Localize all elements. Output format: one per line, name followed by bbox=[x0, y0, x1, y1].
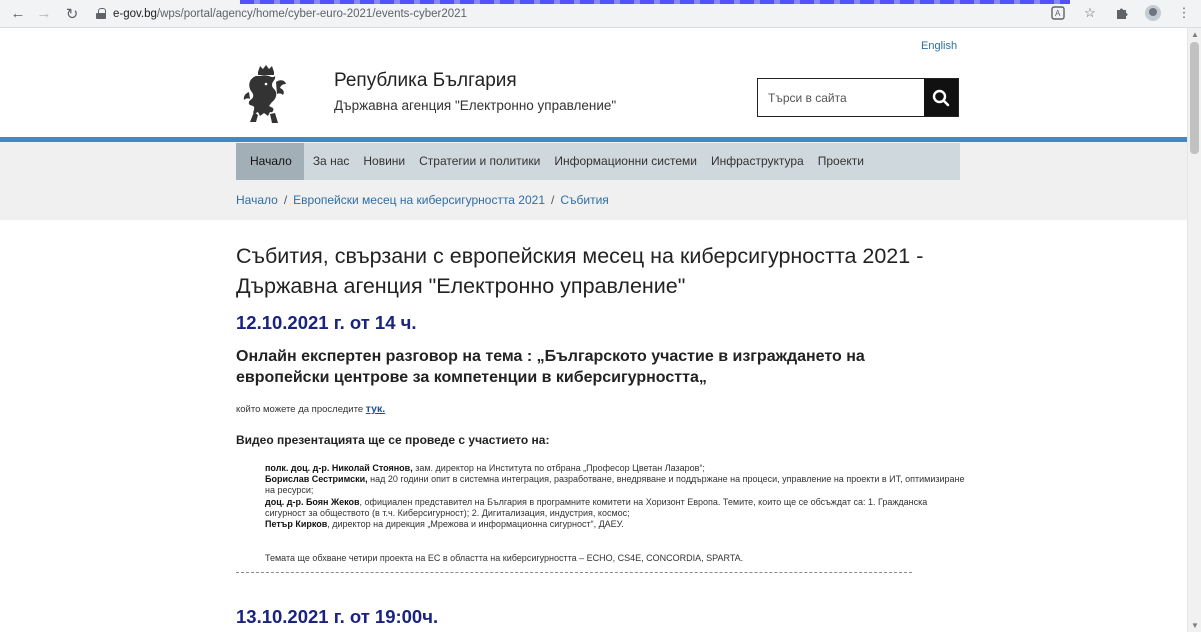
participants-list: полк. доц. д-р. Николай Стоянов, зам. ди… bbox=[265, 463, 965, 530]
watch-text: който можете да проследите bbox=[236, 404, 366, 415]
page-top-banner-strip bbox=[240, 0, 1070, 4]
scroll-up-icon[interactable]: ▲ bbox=[1191, 30, 1199, 39]
address-bar[interactable]: e-gov.bg/wps/portal/agency/home/cyber-eu… bbox=[96, 3, 467, 25]
nav-item-home[interactable]: Начало bbox=[236, 143, 304, 180]
video-intro: Видео презентацията ще се проведе с учас… bbox=[236, 433, 550, 447]
search-input[interactable] bbox=[758, 79, 924, 116]
arrow-right-icon[interactable]: → bbox=[34, 4, 54, 24]
participant-desc: , официален представител на България в п… bbox=[265, 496, 928, 518]
site-subtitle: Държавна агенция "Електронно управление" bbox=[334, 98, 617, 113]
topic-line: Темата ще обхване четири проекта на ЕС в… bbox=[265, 553, 744, 563]
breadcrumb-cyber-month[interactable]: Европейски месец на киберсигурността 202… bbox=[293, 193, 545, 207]
translate-icon[interactable]: A bbox=[1049, 4, 1067, 22]
participant-name: Петър Кирков bbox=[265, 519, 328, 530]
watch-link[interactable]: тук. bbox=[366, 403, 385, 415]
participant-entry: Борислав Сестримски, над 20 години опит … bbox=[265, 474, 965, 496]
event-date: 12.10.2021 г. от 14 ч. bbox=[236, 312, 417, 333]
nav-item-projects[interactable]: Проекти bbox=[811, 143, 871, 180]
arrow-left-icon[interactable]: ← bbox=[8, 4, 28, 24]
lock-icon bbox=[96, 8, 106, 19]
nav-item-information-systems[interactable]: Информационни системи bbox=[547, 143, 704, 180]
section-divider bbox=[236, 572, 912, 573]
breadcrumb-separator: / bbox=[283, 193, 288, 207]
search-button[interactable] bbox=[924, 79, 958, 116]
profile-icon[interactable] bbox=[1145, 5, 1161, 21]
search-box bbox=[757, 78, 959, 117]
participant-desc: зам. директор на Института по отбрана „П… bbox=[412, 463, 705, 473]
browser-toolbar: ← → ↻ e-gov.bg/wps/portal/agency/home/cy… bbox=[0, 0, 1201, 28]
breadcrumb-separator: / bbox=[551, 193, 555, 207]
lion-coat-of-arms-icon[interactable] bbox=[240, 62, 298, 126]
main-navigation: Начало За нас Новини Стратегии и политик… bbox=[236, 143, 960, 180]
url-path: /wps/portal/agency/home/cyber-euro-2021/… bbox=[156, 7, 467, 20]
participant-name: доц. д-р. Боян Жеков bbox=[265, 496, 360, 507]
participant-entry: доц. д-р. Боян Жеков, официален представ… bbox=[265, 497, 965, 519]
participant-desc: , директор на дирекция „Мрежова и информ… bbox=[327, 519, 624, 530]
english-language-link[interactable]: English bbox=[921, 40, 957, 52]
search-icon bbox=[932, 89, 950, 106]
participant-desc: над 20 години опит в системна интеграция… bbox=[265, 474, 965, 496]
nav-item-about[interactable]: За нас bbox=[306, 143, 357, 180]
scroll-thumb[interactable] bbox=[1190, 42, 1199, 154]
svg-text:A: A bbox=[1055, 9, 1061, 18]
nav-item-strategies[interactable]: Стратегии и политики bbox=[412, 143, 547, 180]
url-host: e-gov.bg bbox=[113, 7, 157, 20]
participant-entry: Петър Кирков, директор на дирекция „Мреж… bbox=[265, 519, 965, 530]
nav-item-news[interactable]: Новини bbox=[356, 143, 412, 180]
site-title[interactable]: Република България bbox=[334, 70, 517, 92]
event-date: 13.10.2021 г. от 19:00ч. bbox=[236, 606, 439, 627]
star-icon[interactable]: ☆ bbox=[1081, 4, 1099, 22]
scroll-down-icon[interactable]: ▼ bbox=[1191, 621, 1199, 630]
page-scrollbar[interactable]: ▲ ▼ bbox=[1187, 28, 1201, 632]
participant-entry: полк. доц. д-р. Николай Стоянов, зам. ди… bbox=[265, 463, 965, 474]
puzzle-icon[interactable] bbox=[1113, 4, 1131, 22]
url-text[interactable]: e-gov.bg/wps/portal/agency/home/cyber-eu… bbox=[113, 8, 467, 20]
watch-line: който можете да проследите тук. bbox=[236, 403, 385, 415]
event-heading: Онлайн експертен разговор на тема : „Бъл… bbox=[236, 348, 865, 386]
page-title: Събития, свързани с европейския месец на… bbox=[236, 244, 924, 298]
breadcrumb: Начало / Европейски месец на киберсигурн… bbox=[236, 193, 609, 207]
breadcrumb-home[interactable]: Начало bbox=[236, 193, 278, 207]
reload-icon[interactable]: ↻ bbox=[62, 4, 82, 24]
breadcrumb-events[interactable]: Събития bbox=[560, 193, 608, 207]
nav-item-infrastructure[interactable]: Инфраструктура bbox=[704, 143, 811, 180]
participant-name: Борислав Сестримски, bbox=[265, 474, 368, 485]
kebab-menu-icon[interactable]: ⋮ bbox=[1175, 4, 1193, 22]
participant-name: полк. доц. д-р. Николай Стоянов, bbox=[265, 463, 413, 473]
